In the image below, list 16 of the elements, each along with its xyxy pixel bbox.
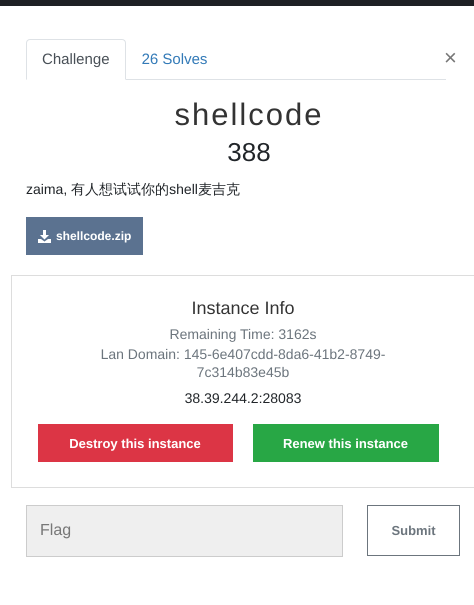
challenge-title: shellcode [174,97,324,133]
remaining-time: Remaining Time: 3162s [168,326,318,342]
instance-address: 38.39.244.2:28083 [184,390,302,406]
challenge-description: zaima, 有人想试试你的shell麦吉克 [26,181,241,199]
submit-button[interactable]: Submit [367,505,460,556]
close-button[interactable]: × [444,47,457,69]
lan-domain: Lan Domain: 145-6e407cdd-8da6-41b2-8749-7c314b83e45b [100,345,386,382]
flag-input[interactable]: Flag [26,505,343,557]
challenge-points: 388 [226,137,272,168]
tab[interactable]: 26 Solves [126,39,224,80]
download-icon [38,230,51,242]
destroy-button[interactable]: Destroy this instance [38,424,232,462]
tab[interactable]: Challenge [26,39,126,80]
renew-button[interactable]: Renew this instance [252,424,438,462]
instance-title: Instance Info [190,298,296,319]
file-download-button[interactable]: shellcode.zip [26,217,144,255]
